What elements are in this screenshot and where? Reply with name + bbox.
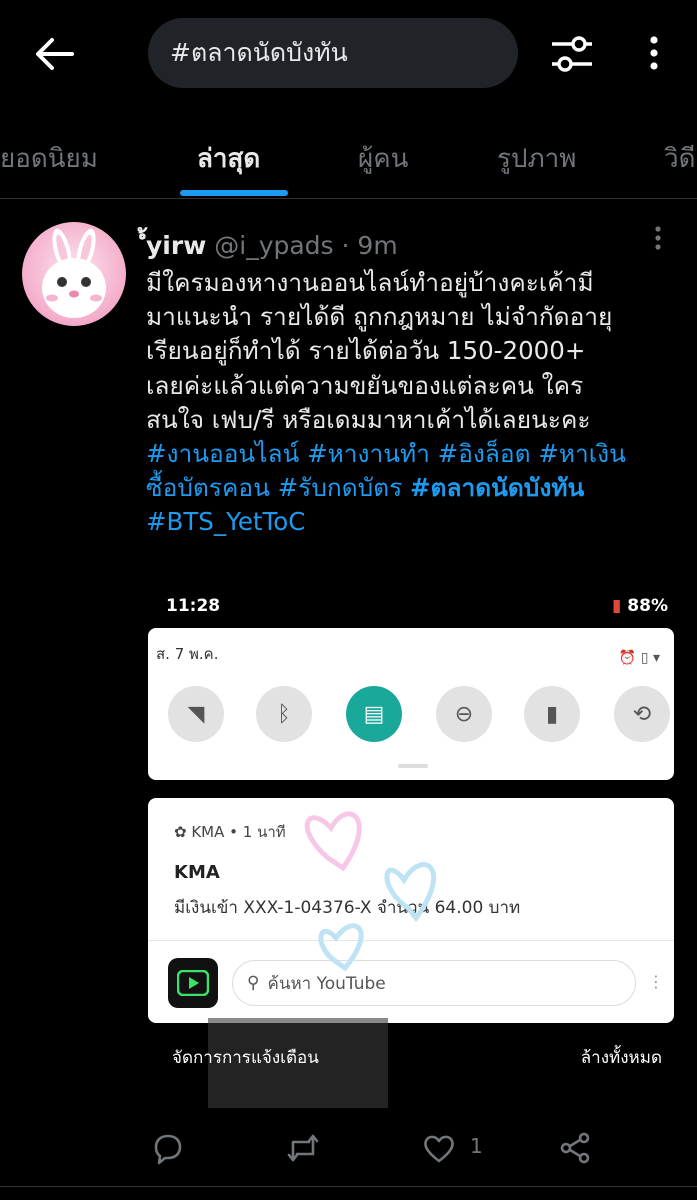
youtube-app-icon (168, 958, 218, 1008)
tweet-more-icon[interactable] (648, 224, 668, 254)
notification-app-label: KMA • 1 นาที (191, 823, 286, 841)
quick-settings-panel: ส. 7 พ.ค. ⏰ ▯ ▾ ◥ ᛒ ▤ ⊖ ▮ ⟲ (148, 628, 674, 780)
hashtag-searched[interactable]: #ตลาดนัดบังทัน (410, 473, 584, 502)
clear-all: ล้างทั้งหมด (580, 1048, 662, 1068)
tab-videos[interactable]: วิดี (664, 138, 695, 179)
author-name[interactable]: ํ้yirw (146, 231, 206, 260)
tweet-line: มาแนะนำ รายได้ดี ถูกกฎหมาย ไม่จำกัดอายุ (146, 302, 613, 332)
search-icon: ⚲ (247, 973, 260, 993)
share-icon[interactable] (557, 1130, 593, 1166)
widget-more-icon: ⋮ (648, 972, 664, 991)
dnd-icon: ⊖ (436, 686, 492, 742)
tweet-line: มีใครมองหางานออนไลน์ทำอยู่บ้างคะเค้ามี (146, 268, 594, 297)
tweet-header: ํ้yirw @i_ypads · 9m (146, 226, 398, 266)
hearts-doodle-icon (304, 811, 437, 972)
status-time: 11:28 (166, 596, 221, 616)
flashlight-icon: ▮ (524, 686, 580, 742)
filter-sliders-icon[interactable] (548, 30, 596, 78)
rotate-icon: ⟲ (614, 686, 670, 742)
tweet-time[interactable]: · 9m (342, 231, 398, 260)
like-count: 1 (470, 1134, 483, 1158)
search-query: #ตลาดนัดบังทัน (170, 38, 348, 67)
tabs-divider (0, 198, 697, 199)
hashtag[interactable]: #รับกดบัตร (278, 473, 403, 502)
author-handle[interactable]: @i_ypads (214, 231, 333, 260)
more-vertical-icon[interactable] (640, 30, 668, 78)
notification-title: KMA (174, 862, 220, 883)
battery-percent: 88% (627, 596, 668, 616)
manage-notifications: จัดการการแจ้งเตือน (172, 1048, 319, 1068)
tweet-line: เลยค่ะแล้วแต่ความขยันของแต่ละคน ใคร (146, 370, 584, 400)
hashtag[interactable]: #หาเงิน (538, 439, 626, 468)
hashtag[interactable]: #งานออนไลน์ (146, 439, 299, 468)
avatar[interactable] (22, 222, 126, 326)
tab-people[interactable]: ผู้คน (358, 138, 408, 179)
tweet-line: เรียนอยู่ก็ทำได้ รายได้ต่อวัน 150-2000+ (146, 336, 586, 366)
tweet-image[interactable]: 11:28 ▮ 88% ส. 7 พ.ค. ⏰ ▯ ▾ ◥ ᛒ ▤ ⊖ ▮ ⟲ … (148, 588, 674, 1108)
data-icon: ▤ (346, 686, 402, 742)
tweet-line: สนใจ เฟบ/รี หรือเดมมาหาเค้าได้เลยนะคะ (146, 404, 591, 434)
tab-top[interactable]: ยอดนิยม (0, 138, 98, 179)
hashtag[interactable]: #BTS_YetToC (146, 507, 305, 536)
qs-handle (398, 764, 428, 768)
back-arrow-icon[interactable] (30, 30, 78, 78)
bluetooth-icon: ᛒ (256, 686, 312, 742)
like-icon[interactable] (421, 1130, 457, 1166)
tab-latest[interactable]: ล่าสุด (197, 138, 260, 179)
search-input[interactable]: #ตลาดนัดบังทัน (148, 18, 518, 88)
retweet-icon[interactable] (285, 1130, 321, 1166)
wifi-icon: ◥ (168, 686, 224, 742)
hashtag[interactable]: #อิงล็อต (438, 439, 531, 468)
active-tab-indicator (180, 190, 288, 196)
reply-icon[interactable] (150, 1130, 186, 1166)
tweet-text: มีใครมองหางานออนไลน์ทำอยู่บ้างคะเค้ามี ม… (146, 266, 686, 540)
hashtag[interactable]: #หางานทำ (307, 439, 430, 468)
battery-level: ▮ 88% (612, 596, 668, 616)
qs-date: ส. 7 พ.ค. (156, 645, 219, 663)
notification-app: ✿ KMA • 1 นาที (174, 823, 286, 841)
hashtag[interactable]: ซื้อบัตรคอน (146, 473, 270, 502)
tweet-divider (0, 1186, 697, 1187)
status-icons: ⏰ ▯ ▾ (618, 650, 660, 666)
tab-photos[interactable]: รูปภาพ (497, 138, 576, 179)
